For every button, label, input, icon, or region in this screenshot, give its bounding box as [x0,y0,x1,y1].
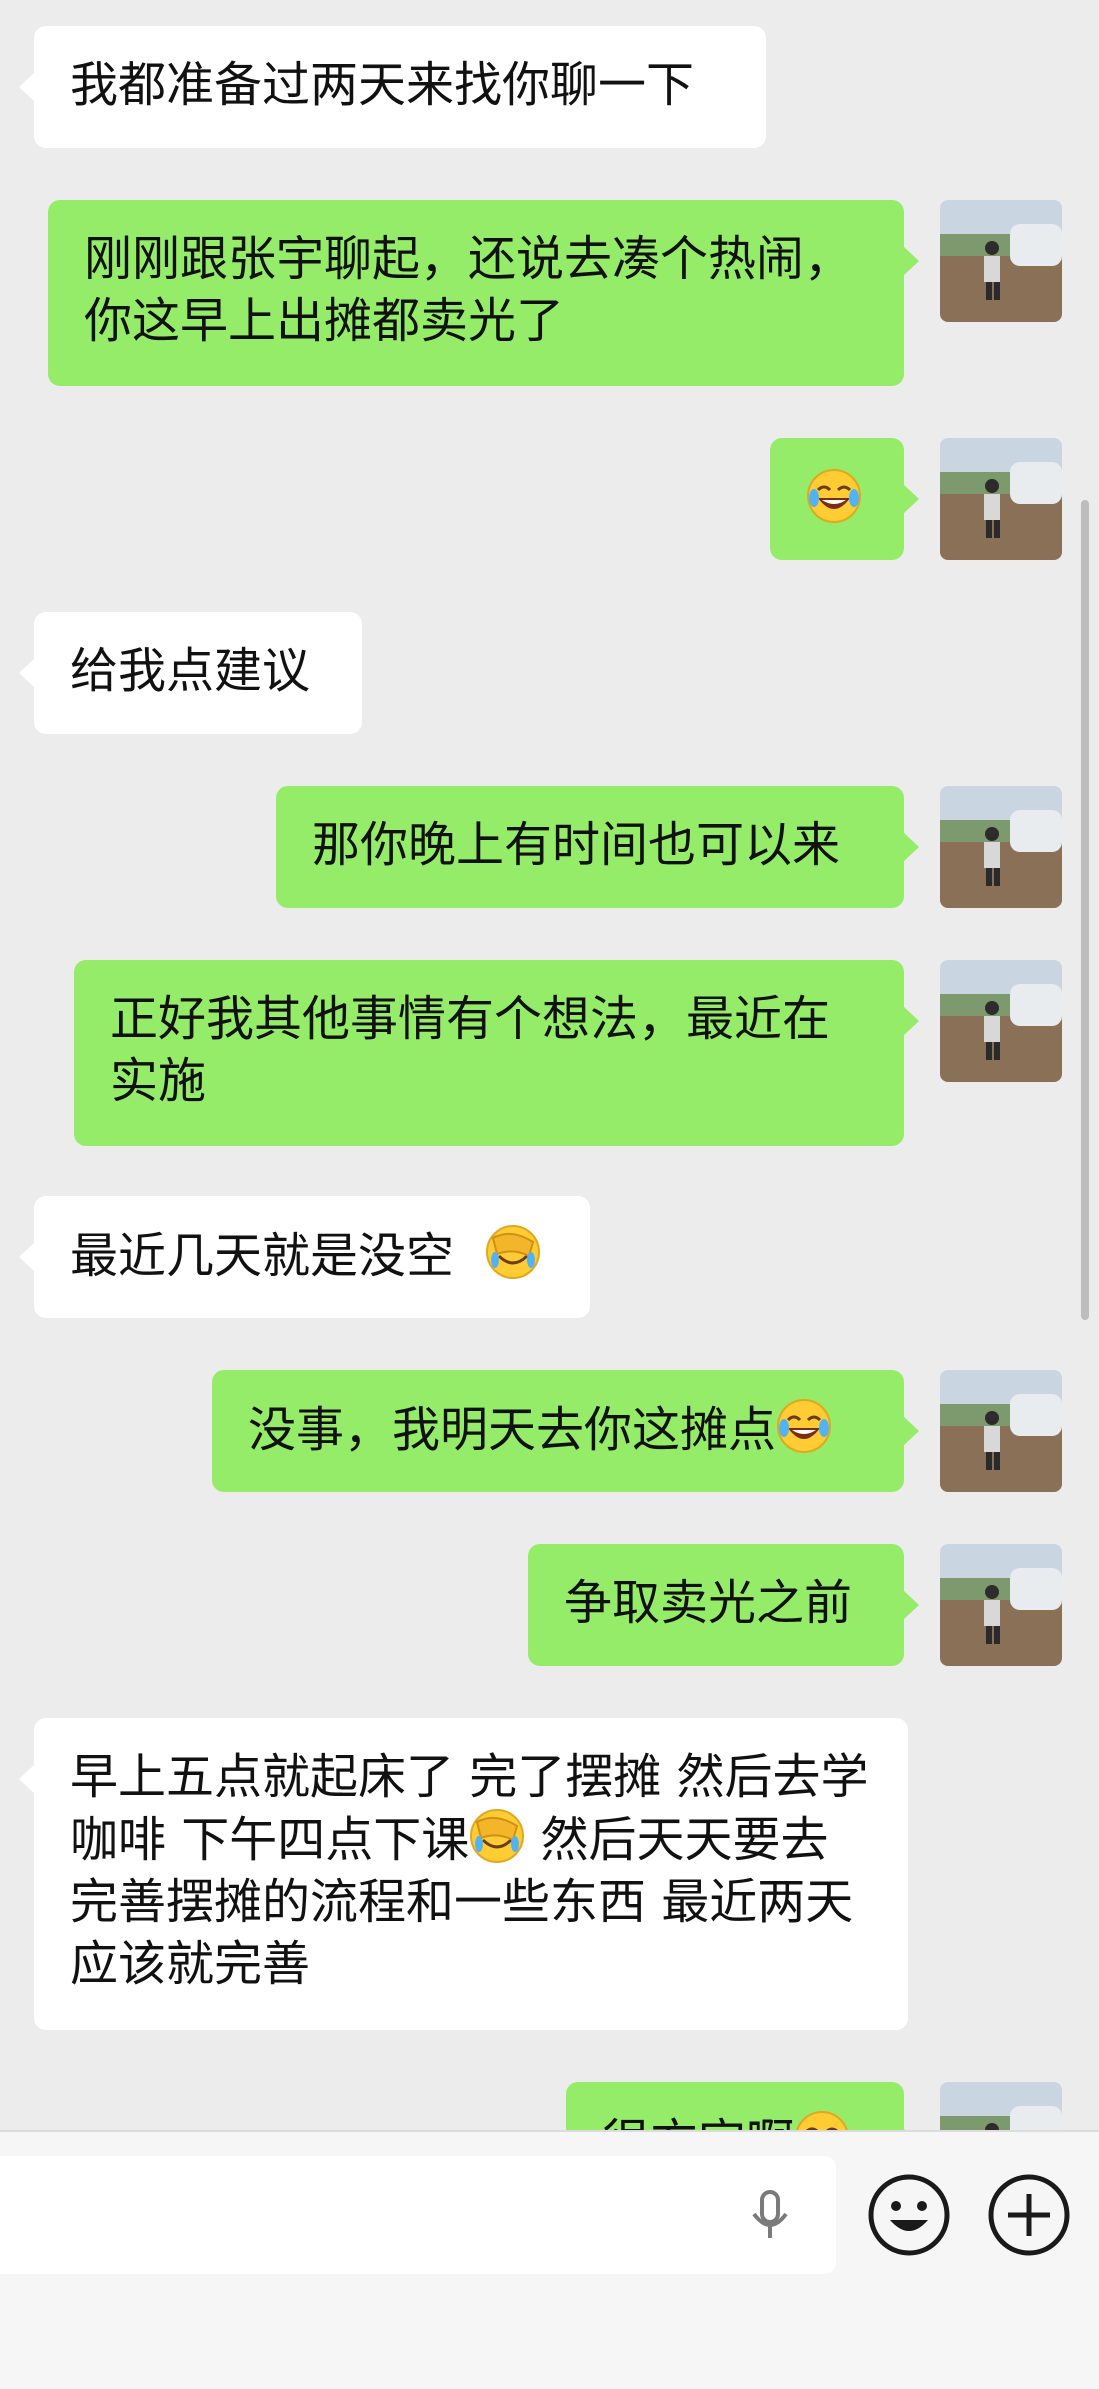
message-text: 没事，我明天去你这摊点 [248,1402,777,1458]
message-text: 那你晚上有时间也可以来 [312,817,841,873]
message-incoming[interactable]: 给我点建议 [19,612,362,734]
smiley-icon[interactable] [866,2172,952,2258]
message-incoming[interactable]: 我都准备过两天来找你聊一下 [19,26,766,148]
my-avatar[interactable] [940,960,1062,1082]
avatar-photo-icon [940,786,1062,908]
scrollbar[interactable] [1081,500,1089,1320]
message-text: 我都准备过两天来找你聊一下 [70,57,695,113]
my-avatar[interactable] [940,1544,1062,1666]
my-avatar[interactable] [940,786,1062,908]
message-outgoing[interactable]: 刚刚跟张宇聊起，还说去凑个热闹，你这早上出摊都卖光了 [48,200,919,386]
mic-icon[interactable] [740,2186,800,2246]
message-text: 给我点建议 [70,643,311,699]
avatar-photo-icon [940,438,1062,560]
message-outgoing[interactable]: 正好我其他事情有个想法，最近在实施 [74,960,919,1146]
message-text: 争取卖光之前 [564,1575,853,1631]
message-text: 正好我其他事情有个想法，最近在实施 [110,991,831,1109]
message-outgoing[interactable]: 没事，我明天去你这摊点 [212,1370,919,1492]
plus-icon[interactable] [986,2172,1072,2258]
message-incoming[interactable]: 最近几天就是没空 [19,1196,590,1318]
facepalm-emoji-icon [486,1225,541,1279]
message-incoming[interactable]: 早上五点就起床了 完了摆摊 然后去学咖啡 下午四点下课 然后天天要去完善摆摊的流… [19,1718,908,2030]
avatar-photo-icon [940,200,1062,322]
my-avatar[interactable] [940,200,1062,322]
facepalm-emoji-icon [470,1809,525,1863]
laugh-cry-emoji-icon [777,1399,832,1453]
message-outgoing[interactable]: 那你晚上有时间也可以来 [276,786,919,908]
avatar-photo-icon [940,1370,1062,1492]
input-bar [0,2130,1099,2389]
message-text: 最近几天就是没空 [70,1228,455,1284]
message-outgoing[interactable] [770,438,919,560]
message-outgoing[interactable]: 争取卖光之前 [528,1544,919,1666]
avatar-photo-icon [940,960,1062,1082]
message-input[interactable] [0,2156,836,2274]
laugh-cry-emoji-icon [807,469,861,523]
my-avatar[interactable] [940,1370,1062,1492]
my-avatar[interactable] [940,438,1062,560]
message-text: 刚刚跟张宇聊起，还说去凑个热闹，你这早上出摊都卖光了 [84,231,853,349]
chat-screen: 我都准备过两天来找你聊一下 刚刚跟张宇聊起，还说去凑个热闹，你这早上出摊都卖光了 [0,0,1099,2389]
avatar-photo-icon [940,1544,1062,1666]
